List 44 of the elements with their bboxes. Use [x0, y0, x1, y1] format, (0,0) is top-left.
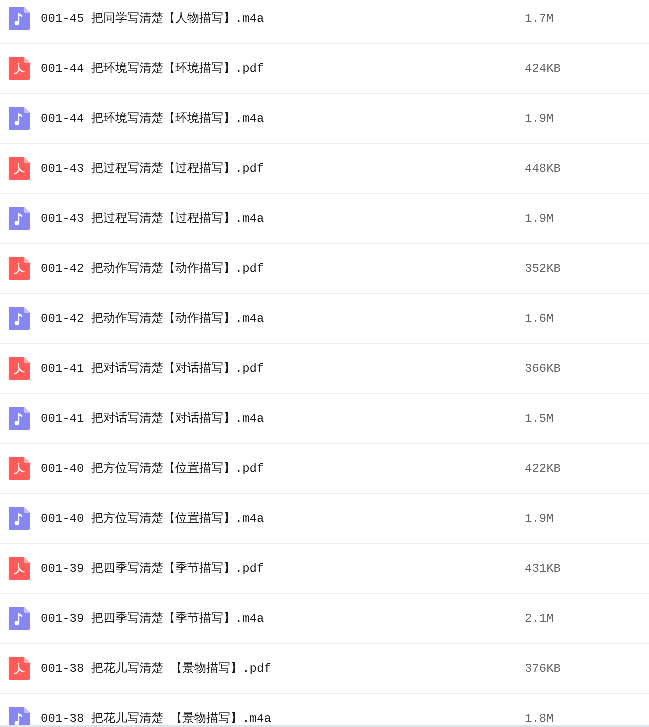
file-size: 448KB	[525, 162, 562, 176]
pdf-file-icon	[9, 157, 30, 180]
file-size: 1.8M	[525, 712, 554, 725]
pdf-file-icon	[9, 357, 30, 380]
file-name[interactable]: 001-40 把方位写清楚【位置描写】.m4a	[41, 510, 264, 527]
file-size: 424KB	[525, 62, 562, 76]
file-size: 1.9M	[525, 512, 554, 526]
file-size: 431KB	[525, 562, 562, 576]
file-name[interactable]: 001-44 把环境写清楚【环境描写】.m4a	[41, 110, 264, 127]
file-size: 1.9M	[525, 112, 554, 126]
pdf-file-icon	[9, 457, 30, 480]
file-size: 352KB	[525, 262, 562, 276]
file-size: 366KB	[525, 362, 562, 376]
file-name[interactable]: 001-38 把花儿写清楚 【景物描写】.pdf	[41, 660, 272, 677]
file-name[interactable]: 001-42 把动作写清楚【动作描写】.pdf	[41, 260, 264, 277]
pdf-file-icon	[9, 57, 30, 80]
music-file-icon	[9, 307, 30, 330]
file-name[interactable]: 001-38 把花儿写清楚 【景物描写】.m4a	[41, 710, 272, 725]
file-name[interactable]: 001-40 把方位写清楚【位置描写】.pdf	[41, 460, 264, 477]
music-file-icon	[9, 207, 30, 230]
music-file-icon	[9, 507, 30, 530]
file-name[interactable]: 001-45 把同学写清楚【人物描写】.m4a	[41, 10, 264, 27]
file-name[interactable]: 001-42 把动作写清楚【动作描写】.m4a	[41, 310, 264, 327]
music-file-icon	[9, 7, 30, 30]
pdf-file-icon	[9, 557, 30, 580]
file-name[interactable]: 001-41 把对话写清楚【对话描写】.m4a	[41, 410, 264, 427]
music-file-icon	[9, 407, 30, 430]
file-size: 1.7M	[525, 12, 554, 26]
file-name[interactable]: 001-39 把四季写清楚【季节描写】.pdf	[41, 560, 264, 577]
pdf-file-icon	[9, 257, 30, 280]
file-size: 2.1M	[525, 612, 554, 626]
file-size: 1.5M	[525, 412, 554, 426]
file-size: 422KB	[525, 462, 562, 476]
file-name[interactable]: 001-39 把四季写清楚【季节描写】.m4a	[41, 610, 264, 627]
file-name[interactable]: 001-44 把环境写清楚【环境描写】.pdf	[41, 60, 264, 77]
file-name[interactable]: 001-43 把过程写清楚【过程描写】.m4a	[41, 210, 264, 227]
file-name[interactable]: 001-43 把过程写清楚【过程描写】.pdf	[41, 160, 264, 177]
file-name[interactable]: 001-41 把对话写清楚【对话描写】.pdf	[41, 360, 264, 377]
file-size: 376KB	[525, 662, 562, 676]
file-size: 1.9M	[525, 212, 554, 226]
music-file-icon	[9, 107, 30, 130]
pdf-file-icon	[9, 657, 30, 680]
music-file-icon	[9, 607, 30, 630]
file-size: 1.6M	[525, 312, 554, 326]
